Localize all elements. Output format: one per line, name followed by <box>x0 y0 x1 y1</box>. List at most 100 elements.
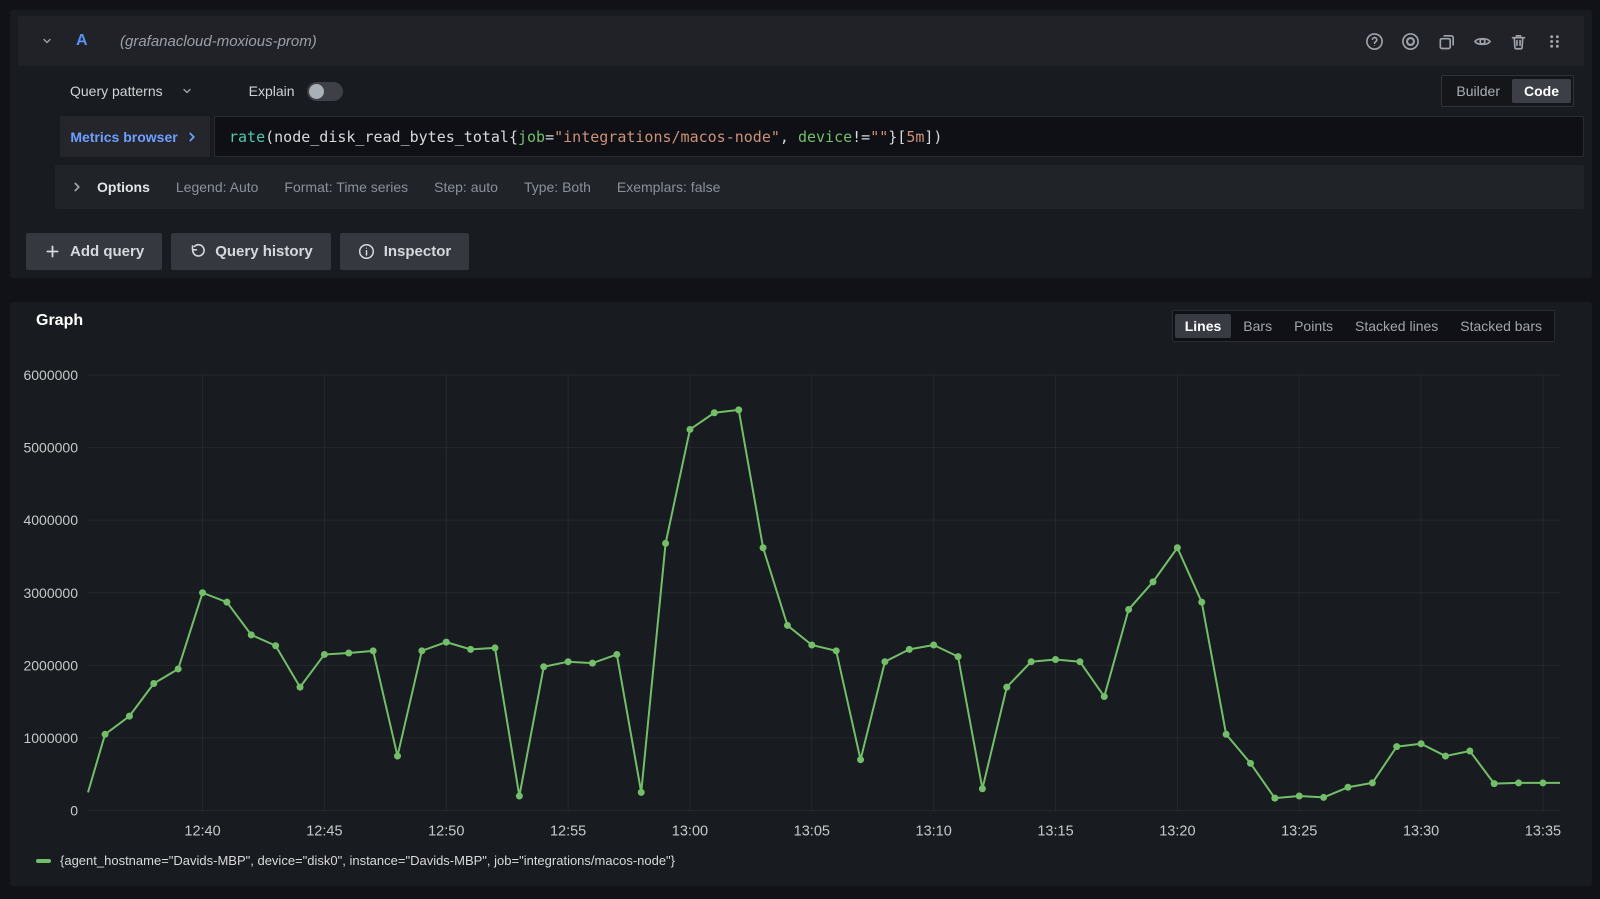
data-point-marker <box>1466 747 1473 754</box>
option-summary-item: Format: Time series <box>284 179 408 195</box>
query-editor-card: A (grafanacloud-moxious-prom) Query patt… <box>10 10 1592 278</box>
data-point-marker <box>662 540 669 547</box>
grafana-explore-view: A (grafanacloud-moxious-prom) Query patt… <box>0 0 1600 899</box>
data-point-marker <box>418 647 425 654</box>
chevron-down-icon[interactable] <box>179 83 195 99</box>
query-patterns-dropdown[interactable]: Query patterns <box>70 83 163 99</box>
legend-series-swatch <box>36 859 51 863</box>
eye-icon[interactable] <box>1473 32 1492 51</box>
data-point-marker <box>1101 693 1108 700</box>
add-query-button[interactable]: Add query <box>26 233 162 270</box>
metrics-browser-label: Metrics browser <box>70 129 177 145</box>
info-icon <box>358 243 375 260</box>
data-point-marker <box>1344 784 1351 791</box>
data-point-marker <box>1223 731 1230 738</box>
trash-icon[interactable] <box>1509 32 1528 51</box>
series-line <box>88 410 1560 798</box>
mode-option-builder[interactable]: Builder <box>1444 79 1512 103</box>
option-summary-item: Type: Both <box>524 179 591 195</box>
option-summary-item: Legend: Auto <box>176 179 259 195</box>
data-point-marker <box>540 663 547 670</box>
data-point-marker <box>1174 544 1181 551</box>
x-axis-tick-label: 13:20 <box>1159 824 1195 840</box>
data-point-marker <box>638 789 645 796</box>
data-point-marker <box>1369 779 1376 786</box>
query-code-input[interactable]: rate(node_disk_read_bytes_total{job="int… <box>214 116 1584 157</box>
option-summary-item: Exemplars: false <box>617 179 720 195</box>
data-point-marker <box>248 631 255 638</box>
options-label: Options <box>97 179 150 195</box>
query-history-button[interactable]: Query history <box>171 233 331 270</box>
data-point-marker <box>1393 743 1400 750</box>
options-summary: Legend: Auto Format: Time series Step: aut… <box>176 179 746 195</box>
data-point-marker <box>760 544 767 551</box>
x-axis-tick-label: 13:30 <box>1403 824 1439 840</box>
code-token-plain: , <box>780 128 798 146</box>
data-point-marker <box>1052 656 1059 663</box>
code-token-plain: != <box>852 128 870 146</box>
toggle-knob <box>309 84 324 99</box>
data-point-marker <box>370 647 377 654</box>
query-options-row[interactable]: Options Legend: Auto Format: Time series S… <box>55 165 1584 209</box>
data-point-marker <box>1539 779 1546 786</box>
x-axis-tick-label: 12:40 <box>184 824 220 840</box>
code-token-string: "integrations/macos-node" <box>554 128 780 146</box>
inspector-button[interactable]: Inspector <box>340 233 470 270</box>
data-point-marker <box>808 642 815 649</box>
data-point-marker <box>1491 780 1498 787</box>
x-axis-tick-label: 13:25 <box>1281 824 1317 840</box>
data-point-marker <box>102 731 109 738</box>
y-axis-tick-label: 2000000 <box>23 657 78 673</box>
data-point-marker <box>881 658 888 665</box>
y-axis-tick-label: 6000000 <box>23 367 78 383</box>
button-label: Inspector <box>384 243 452 260</box>
data-point-marker <box>516 792 523 799</box>
data-point-marker <box>1442 753 1449 760</box>
chevron-down-icon <box>39 33 55 49</box>
data-point-marker <box>857 756 864 763</box>
data-point-marker <box>1028 658 1035 665</box>
data-point-marker <box>491 644 498 651</box>
query-action-buttons: Add queryQuery history Inspector <box>26 233 469 270</box>
data-point-marker <box>272 642 279 649</box>
option-summary-item: Step: auto <box>434 179 498 195</box>
data-point-marker <box>1320 794 1327 801</box>
code-token-label: job <box>518 128 545 146</box>
query-toolbar: Query patterns Explain BuilderCode <box>70 74 1574 108</box>
explain-toggle[interactable] <box>307 82 343 101</box>
data-point-marker <box>1271 795 1278 802</box>
code-token-plain: ]) <box>924 128 942 146</box>
data-point-marker <box>443 639 450 646</box>
data-point-marker <box>394 753 401 760</box>
copy-icon[interactable] <box>1437 32 1456 51</box>
data-point-marker <box>297 684 304 691</box>
data-point-marker <box>1125 606 1132 613</box>
record-icon[interactable] <box>1401 32 1420 51</box>
code-token-string: "" <box>870 128 888 146</box>
x-axis-tick-label: 12:55 <box>550 824 586 840</box>
data-point-marker <box>784 622 791 629</box>
y-axis-tick-label: 3000000 <box>23 585 78 601</box>
legend-item[interactable]: {agent_hostname="Davids-MBP", device="di… <box>36 853 675 868</box>
query-ref-id: A <box>76 32 120 50</box>
data-point-marker <box>126 713 133 720</box>
data-point-marker <box>150 680 157 687</box>
mode-option-code[interactable]: Code <box>1512 79 1571 103</box>
chevron-right-icon <box>184 129 200 145</box>
data-point-marker <box>1150 578 1157 585</box>
metrics-browser-button[interactable]: Metrics browser <box>60 116 210 157</box>
y-axis-tick-label: 5000000 <box>23 440 78 456</box>
data-point-marker <box>1418 740 1425 747</box>
time-series-chart[interactable]: 0100000020000003000000400000050000006000… <box>10 302 1592 886</box>
plus-icon <box>44 243 61 260</box>
data-point-marker <box>199 589 206 596</box>
collapse-query-button[interactable] <box>36 30 58 52</box>
help-icon[interactable] <box>1365 32 1384 51</box>
x-axis-tick-label: 12:45 <box>306 824 342 840</box>
data-point-marker <box>1076 658 1083 665</box>
x-axis-tick-label: 13:15 <box>1037 824 1073 840</box>
data-point-marker <box>1515 779 1522 786</box>
grip-icon[interactable] <box>1545 32 1564 51</box>
data-point-marker <box>735 406 742 413</box>
y-axis-tick-label: 0 <box>70 803 78 819</box>
